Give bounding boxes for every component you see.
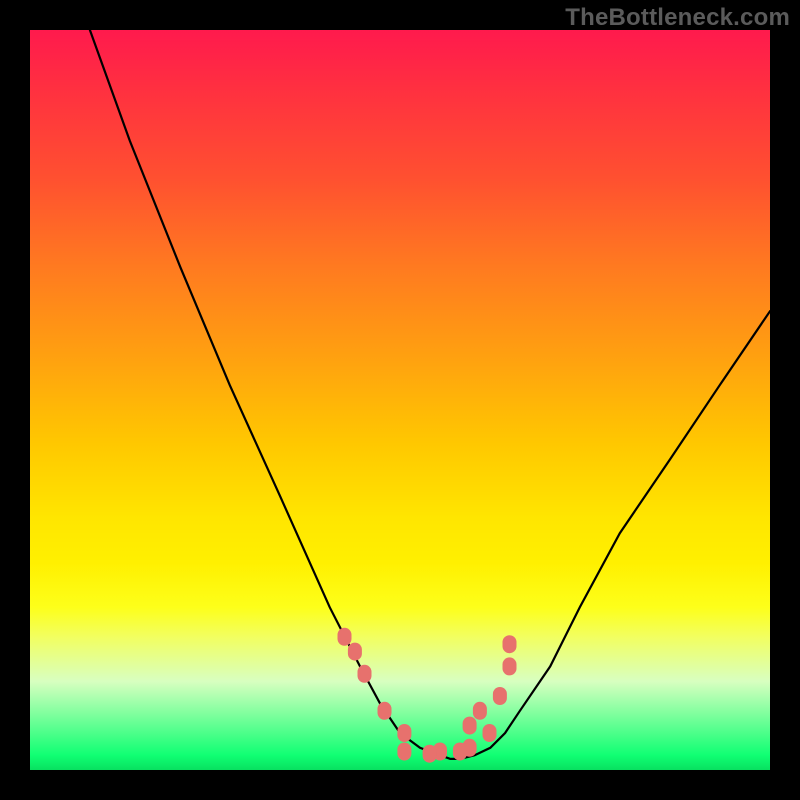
bottleneck-curve — [90, 30, 770, 759]
chart-plot-area — [30, 30, 770, 770]
data-marker — [493, 687, 507, 705]
data-marker — [358, 665, 372, 683]
data-marker — [397, 743, 411, 761]
data-markers — [338, 628, 517, 763]
chart-frame: TheBottleneck.com — [0, 0, 800, 800]
data-marker — [378, 702, 392, 720]
chart-svg — [30, 30, 770, 770]
data-marker — [463, 717, 477, 735]
data-marker — [338, 628, 352, 646]
data-marker — [503, 657, 517, 675]
data-marker — [423, 745, 437, 763]
watermark-text: TheBottleneck.com — [565, 4, 790, 32]
data-marker — [453, 743, 467, 761]
data-marker — [473, 702, 487, 720]
data-marker — [348, 643, 362, 661]
data-marker — [503, 635, 517, 653]
data-marker — [483, 724, 497, 742]
data-marker — [397, 724, 411, 742]
